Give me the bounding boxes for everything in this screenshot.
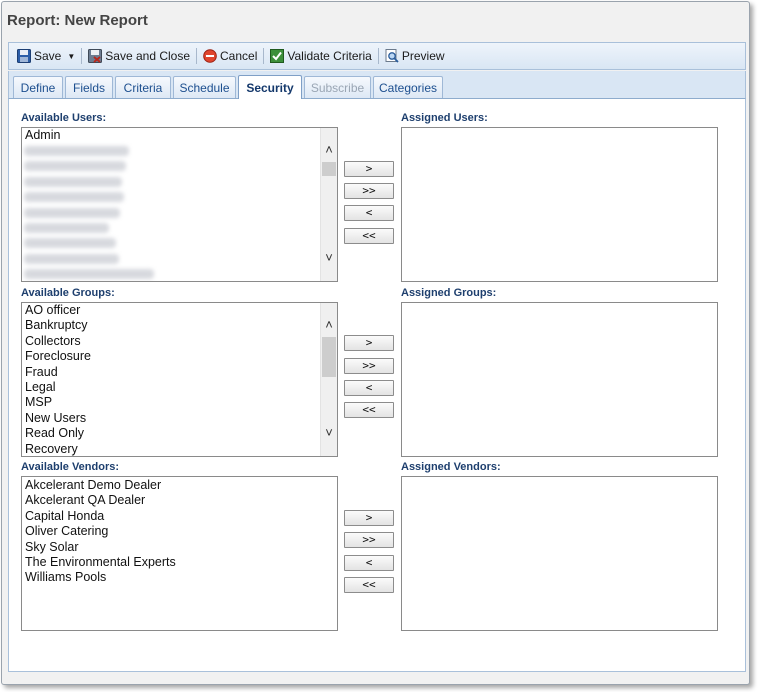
save-button[interactable]: Save ▼ xyxy=(13,45,79,67)
toolbar-divider xyxy=(263,48,265,64)
list-item[interactable]: AO officer xyxy=(24,303,319,318)
list-item[interactable]: Legal xyxy=(24,380,319,395)
tab-security[interactable]: Security xyxy=(238,75,302,99)
tab-define[interactable]: Define xyxy=(13,76,63,98)
assigned-users-list[interactable] xyxy=(401,127,718,282)
available-vendors-list[interactable]: Akcelerant Demo Dealer Akcelerant QA Dea… xyxy=(21,476,338,631)
available-users-list[interactable]: Admin ˄ ˅ xyxy=(21,127,338,282)
add-all-vendors-button[interactable]: >> xyxy=(344,532,394,548)
add-all-users-button[interactable]: >> xyxy=(344,183,394,199)
remove-group-button[interactable]: < xyxy=(344,380,394,396)
list-item[interactable]: Foreclosure xyxy=(24,349,319,364)
scroll-down-icon[interactable]: ˅ xyxy=(321,425,337,441)
assigned-vendors-label: Assigned Vendors: xyxy=(401,461,501,473)
available-users-label: Available Users: xyxy=(21,112,107,124)
report-window: Report: New Report Save ▼ Save and Close xyxy=(1,1,750,685)
remove-vendor-button[interactable]: < xyxy=(344,555,394,571)
cancel-button[interactable]: Cancel xyxy=(199,45,261,67)
available-groups-list[interactable]: AO officer Bankruptcy Collectors Foreclo… xyxy=(21,302,338,457)
floppy-disk-icon xyxy=(17,49,31,63)
list-item[interactable]: Capital Honda xyxy=(24,509,319,524)
validate-criteria-button[interactable]: Validate Criteria xyxy=(266,45,375,67)
redacted-list-item[interactable] xyxy=(24,267,319,281)
toolbar-divider xyxy=(81,48,83,64)
remove-all-vendors-button[interactable]: << xyxy=(344,577,394,593)
validate-criteria-label: Validate Criteria xyxy=(287,49,372,63)
tab-fields[interactable]: Fields xyxy=(65,76,113,98)
redacted-list-item[interactable] xyxy=(24,220,319,235)
tab-schedule[interactable]: Schedule xyxy=(173,76,236,98)
redacted-list-item[interactable] xyxy=(24,159,319,174)
tab-subscribe: Subscribe xyxy=(304,76,371,98)
available-vendors-label: Available Vendors: xyxy=(21,461,120,473)
toolbar-divider xyxy=(377,48,379,64)
remove-all-users-button[interactable]: << xyxy=(344,228,394,244)
redacted-list-item[interactable] xyxy=(24,143,319,158)
list-item[interactable]: Sky Solar xyxy=(24,540,319,555)
list-item[interactable]: Williams Pools xyxy=(24,570,319,585)
tab-strip: Define Fields Criteria Schedule Security… xyxy=(8,71,746,99)
window-title: Report: New Report xyxy=(7,12,148,29)
scrollbar-thumb[interactable] xyxy=(322,337,336,377)
security-panel: Available Users: Assigned Users: Admin ˄… xyxy=(8,99,746,672)
redacted-list-item[interactable] xyxy=(24,205,319,220)
save-button-label: Save xyxy=(34,49,62,63)
list-item[interactable]: MSP xyxy=(24,395,319,410)
list-item[interactable]: Read Only xyxy=(24,426,319,441)
assigned-groups-list[interactable] xyxy=(401,302,718,457)
add-user-button[interactable]: > xyxy=(344,161,394,177)
toolbar-divider xyxy=(196,48,198,64)
assigned-vendors-list[interactable] xyxy=(401,476,718,631)
users-scrollbar[interactable]: ˄ ˅ xyxy=(320,128,337,281)
remove-user-button[interactable]: < xyxy=(344,205,394,221)
add-all-groups-button[interactable]: >> xyxy=(344,358,394,374)
list-item[interactable]: Admin xyxy=(24,128,319,143)
tab-criteria[interactable]: Criteria xyxy=(115,76,171,98)
scroll-up-icon[interactable]: ˄ xyxy=(321,142,337,158)
preview-label: Preview xyxy=(401,49,445,63)
scrollbar-thumb[interactable] xyxy=(322,162,336,176)
redacted-list-item[interactable] xyxy=(24,236,319,251)
list-item[interactable]: Recovery xyxy=(24,442,319,456)
magnifier-page-icon xyxy=(385,49,399,63)
groups-scrollbar[interactable]: ˄ ˅ xyxy=(320,303,337,456)
cancel-icon xyxy=(203,49,217,63)
list-item[interactable]: The Environmental Experts xyxy=(24,555,319,570)
add-vendor-button[interactable]: > xyxy=(344,510,394,526)
save-and-close-label: Save and Close xyxy=(105,49,191,63)
list-item[interactable]: Akcelerant QA Dealer xyxy=(24,493,319,508)
save-and-close-button[interactable]: Save and Close xyxy=(84,45,194,67)
caret-down-icon[interactable]: ▼ xyxy=(67,52,75,61)
available-groups-label: Available Groups: xyxy=(21,287,115,299)
assigned-groups-label: Assigned Groups: xyxy=(401,287,497,299)
list-item[interactable]: Oliver Catering xyxy=(24,524,319,539)
assigned-users-label: Assigned Users: xyxy=(401,112,488,124)
preview-button[interactable]: Preview xyxy=(381,45,449,67)
list-item[interactable]: Bankruptcy xyxy=(24,318,319,333)
redacted-list-item[interactable] xyxy=(24,174,319,189)
tab-categories[interactable]: Categories xyxy=(373,76,443,98)
redacted-list-item[interactable] xyxy=(24,190,319,205)
scroll-up-icon[interactable]: ˄ xyxy=(321,317,337,333)
checkbox-checked-icon xyxy=(270,49,285,63)
redacted-list-item[interactable] xyxy=(24,251,319,266)
list-item[interactable]: New Users xyxy=(24,411,319,426)
add-group-button[interactable]: > xyxy=(344,335,394,351)
scroll-down-icon[interactable]: ˅ xyxy=(321,250,337,266)
save-and-close-icon xyxy=(88,49,103,63)
toolbar: Save ▼ Save and Close Cancel Validate Cr… xyxy=(8,42,746,70)
list-item[interactable]: Fraud xyxy=(24,365,319,380)
remove-all-groups-button[interactable]: << xyxy=(344,402,394,418)
list-item[interactable]: Akcelerant Demo Dealer xyxy=(24,478,319,493)
list-item[interactable]: Collectors xyxy=(24,334,319,349)
cancel-label: Cancel xyxy=(220,49,258,63)
